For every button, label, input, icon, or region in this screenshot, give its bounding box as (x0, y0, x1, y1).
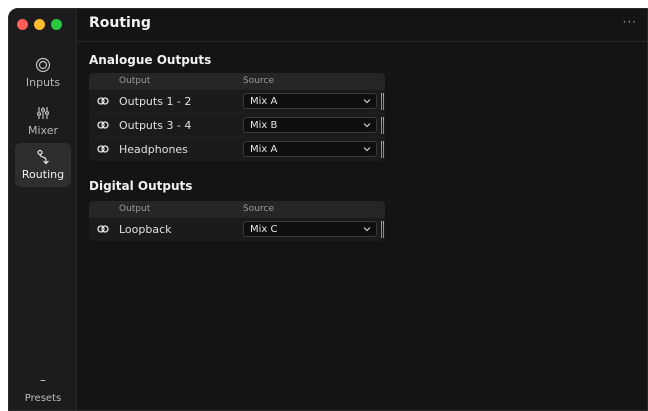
presets-dash: – (40, 373, 46, 387)
level-meter (381, 117, 384, 134)
sidebar-item-inputs[interactable]: Inputs (15, 51, 71, 95)
stereo-link-icon[interactable] (97, 96, 109, 106)
digital-outputs-table: Output Source Loopback Mix C (89, 201, 385, 241)
zoom-window-button[interactable] (51, 19, 62, 30)
sidebar-item-label: Inputs (25, 76, 61, 89)
chevron-down-icon (363, 123, 371, 128)
table-row: Outputs 1 - 2 Mix A (89, 89, 385, 113)
presets-button[interactable]: – Presets (9, 373, 77, 404)
sidebar-item-label: Mixer (27, 124, 58, 137)
source-select[interactable]: Mix B (243, 117, 377, 133)
table-row: Headphones Mix A (89, 137, 385, 161)
table-row: Outputs 3 - 4 Mix B (89, 113, 385, 137)
column-header-output: Output (119, 76, 151, 86)
sidebar-item-routing[interactable]: Routing (15, 143, 71, 187)
inputs-icon (35, 57, 51, 73)
minimize-window-button[interactable] (34, 19, 45, 30)
source-select-value: Mix B (250, 120, 278, 131)
sidebar-item-label: Routing (21, 168, 65, 181)
chevron-down-icon (363, 227, 371, 232)
source-select-value: Mix A (250, 96, 278, 107)
level-meter (381, 93, 384, 110)
source-select[interactable]: Mix C (243, 221, 377, 237)
chevron-down-icon (363, 99, 371, 104)
output-name: Loopback (119, 223, 172, 236)
source-select[interactable]: Mix A (243, 141, 377, 157)
source-select-value: Mix A (250, 144, 278, 155)
more-options-button[interactable]: ··· (623, 15, 637, 29)
output-name: Outputs 3 - 4 (119, 119, 192, 132)
output-name: Outputs 1 - 2 (119, 95, 192, 108)
stereo-link-icon[interactable] (97, 224, 109, 234)
source-select[interactable]: Mix A (243, 93, 377, 109)
sidebar-item-mixer[interactable]: Mixer (15, 99, 71, 143)
analogue-outputs-title: Analogue Outputs (89, 53, 212, 67)
level-meter (381, 221, 384, 238)
output-name: Headphones (119, 143, 188, 156)
sidebar: Inputs Mixer Routing – Presets (9, 9, 77, 410)
digital-outputs-title: Digital Outputs (89, 179, 193, 193)
presets-label: Presets (24, 393, 62, 404)
chevron-down-icon (363, 147, 371, 152)
stereo-link-icon[interactable] (97, 120, 109, 130)
source-select-value: Mix C (250, 224, 278, 235)
window-controls (17, 19, 62, 30)
column-header-output: Output (119, 204, 151, 214)
close-window-button[interactable] (17, 19, 28, 30)
table-header: Output Source (89, 73, 385, 89)
stereo-link-icon[interactable] (97, 144, 109, 154)
table-header: Output Source (89, 201, 385, 217)
routing-icon (37, 149, 49, 165)
page-title: Routing (89, 15, 151, 31)
column-header-source: Source (243, 76, 274, 86)
app-window: Inputs Mixer Routing – Presets Routing ·… (8, 8, 648, 411)
table-row: Loopback Mix C (89, 217, 385, 241)
mixer-icon (37, 107, 49, 119)
level-meter (381, 141, 384, 158)
analogue-outputs-table: Output Source Outputs 1 - 2 Mix A Output (89, 73, 385, 161)
header: Routing ··· (77, 9, 647, 42)
column-header-source: Source (243, 204, 274, 214)
